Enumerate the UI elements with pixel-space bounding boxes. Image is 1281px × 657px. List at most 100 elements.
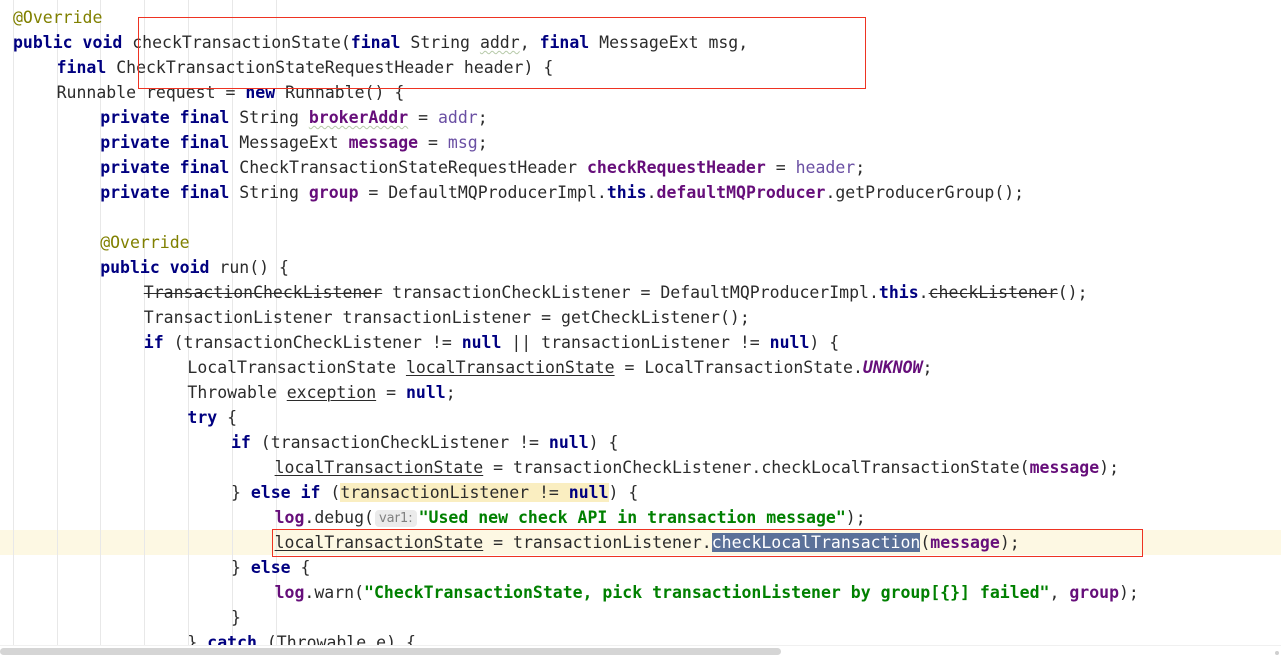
indent-guide-0 bbox=[13, 0, 14, 646]
code-token: else bbox=[250, 483, 291, 502]
code-editor-viewport[interactable]: @Override public void checkTransactionSta… bbox=[0, 0, 1281, 657]
code-line[interactable]: Throwable exception = null; bbox=[187, 380, 455, 405]
code-token: "Used new check API in transaction messa… bbox=[418, 508, 846, 527]
code-line[interactable]: } else { bbox=[231, 555, 311, 580]
code-token: void bbox=[82, 33, 123, 52]
code-token: CheckTransactionStateRequestHeader bbox=[229, 158, 587, 177]
code-token: = DefaultMQProducerImpl. bbox=[358, 183, 607, 202]
code-line[interactable]: TransactionListener transactionListener … bbox=[144, 305, 750, 330]
code-token: addr bbox=[437, 108, 478, 127]
code-token: String bbox=[229, 108, 309, 127]
code-token: null bbox=[769, 333, 810, 352]
code-token: message bbox=[348, 133, 419, 152]
code-token: ); bbox=[1119, 583, 1139, 602]
code-token: final bbox=[539, 33, 590, 52]
code-token: if bbox=[231, 433, 251, 452]
code-line[interactable]: LocalTransactionState localTransactionSt… bbox=[187, 355, 932, 380]
code-token: ; bbox=[445, 383, 456, 402]
code-token: @Override bbox=[13, 8, 103, 27]
code-token: try bbox=[187, 408, 218, 427]
code-line[interactable]: private final MessageExt message = msg; bbox=[100, 130, 487, 155]
scrollbar-corner bbox=[1275, 651, 1279, 655]
code-token: TransactionCheckListener bbox=[143, 283, 383, 302]
code-line[interactable]: log.warn("CheckTransactionState, pick tr… bbox=[275, 580, 1139, 605]
code-token: { bbox=[217, 408, 238, 427]
code-line[interactable]: final CheckTransactionStateRequestHeader… bbox=[57, 55, 554, 80]
code-line[interactable]: @Override bbox=[100, 230, 189, 255]
code-token: addr bbox=[479, 33, 520, 52]
code-token: if bbox=[143, 333, 164, 352]
code-token: ); bbox=[845, 508, 866, 527]
code-token: void bbox=[169, 258, 210, 277]
code-token: header bbox=[795, 158, 856, 177]
code-token: = LocalTransactionState. bbox=[614, 358, 863, 377]
code-line[interactable]: Runnable request = new Runnable() { bbox=[57, 80, 405, 105]
code-token: private bbox=[100, 133, 170, 152]
code-token: ( bbox=[320, 483, 341, 502]
code-line[interactable]: if (transactionCheckListener != null || … bbox=[144, 330, 839, 355]
code-line[interactable]: log.debug(var1: "Used new check API in tr… bbox=[275, 505, 866, 530]
code-token: . bbox=[646, 183, 657, 202]
code-token: = bbox=[765, 158, 796, 177]
code-token: ) { bbox=[608, 483, 639, 502]
code-token: this bbox=[878, 283, 919, 302]
code-line[interactable]: public void checkTransactionState(final … bbox=[13, 30, 748, 55]
code-line[interactable]: localTransactionState = transactionListe… bbox=[275, 530, 1020, 555]
code-token: transactionCheckListener = DefaultMQProd… bbox=[382, 283, 879, 302]
code-token: else bbox=[250, 558, 291, 577]
code-token: MessageExt bbox=[229, 133, 349, 152]
code-token: . bbox=[918, 283, 929, 302]
code-token: (transactionCheckListener != bbox=[163, 333, 462, 352]
code-line[interactable]: public void run() { bbox=[100, 255, 289, 280]
code-token: null bbox=[548, 433, 589, 452]
code-token: String bbox=[400, 33, 480, 52]
code-line[interactable]: private final CheckTransactionStateReque… bbox=[100, 155, 865, 180]
code-token: message bbox=[1029, 458, 1100, 477]
horizontal-scrollbar-track[interactable] bbox=[0, 645, 1281, 657]
code-token: .getProducerGroup(); bbox=[825, 183, 1025, 202]
code-token: null bbox=[461, 333, 502, 352]
code-line[interactable]: try { bbox=[187, 405, 237, 430]
code-line[interactable]: TransactionCheckListener transactionChec… bbox=[144, 280, 1088, 305]
inline-parameter-hint[interactable]: var1: bbox=[374, 510, 417, 527]
code-line[interactable]: } else if (transactionListener != null) … bbox=[231, 480, 638, 505]
code-token: final bbox=[350, 33, 401, 52]
code-token: ); bbox=[1099, 458, 1120, 477]
code-token: msg bbox=[447, 133, 478, 152]
code-token: checkLocalTransaction bbox=[711, 533, 921, 552]
code-token: } bbox=[231, 558, 251, 577]
code-token: = bbox=[418, 133, 448, 152]
code-line[interactable]: if (transactionCheckListener != null) { bbox=[231, 430, 618, 455]
code-token: , bbox=[1049, 583, 1070, 602]
code-token: = bbox=[376, 383, 406, 402]
code-token: final bbox=[179, 133, 230, 152]
code-token: ( bbox=[920, 533, 931, 552]
code-token: ) { bbox=[588, 433, 619, 452]
horizontal-scrollbar-thumb[interactable] bbox=[0, 648, 781, 655]
code-line[interactable]: private final String group = DefaultMQPr… bbox=[100, 180, 1024, 205]
code-token: final bbox=[179, 108, 230, 127]
code-line[interactable]: private final String brokerAddr = addr; bbox=[100, 105, 487, 130]
code-token: Runnable request = bbox=[56, 83, 246, 102]
code-token: { bbox=[290, 558, 311, 577]
code-token: || transactionListener != bbox=[501, 333, 770, 352]
code-token: private bbox=[100, 183, 170, 202]
code-token: private bbox=[100, 158, 170, 177]
code-token: .debug( bbox=[304, 508, 374, 527]
code-line[interactable]: localTransactionState = transactionCheck… bbox=[275, 455, 1119, 480]
code-token: String bbox=[229, 183, 309, 202]
code-token: if bbox=[300, 483, 321, 502]
code-token: .warn( bbox=[304, 583, 365, 602]
code-token: message bbox=[930, 533, 1000, 552]
code-token: = bbox=[408, 108, 438, 127]
code-token: brokerAddr bbox=[308, 108, 409, 127]
code-token: = transactionCheckListener.checkLocalTra… bbox=[483, 458, 1030, 477]
code-token: final bbox=[56, 58, 107, 77]
code-line[interactable]: @Override bbox=[13, 5, 102, 30]
code-token: null bbox=[568, 483, 609, 502]
code-line[interactable]: } bbox=[231, 605, 241, 630]
